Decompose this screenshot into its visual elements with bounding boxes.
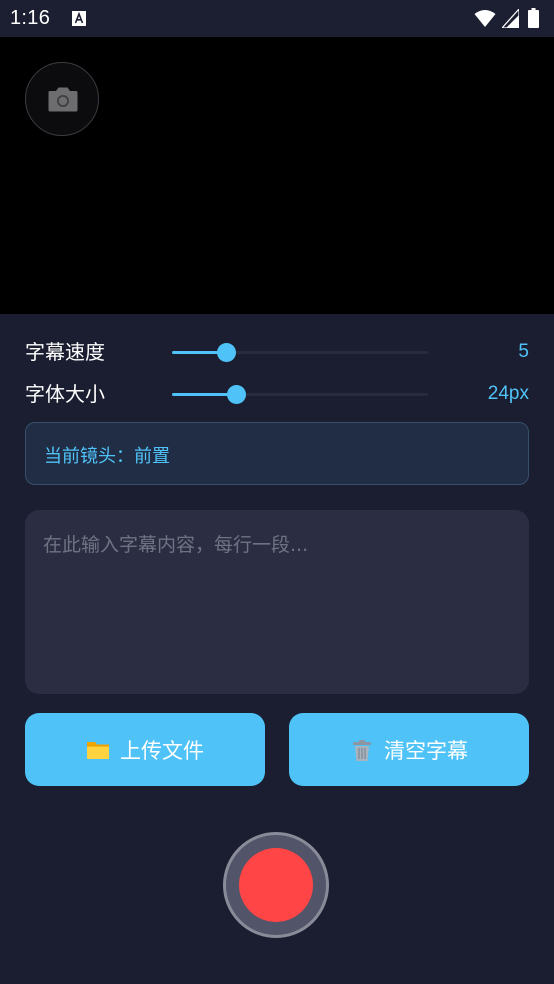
record-button[interactable] <box>223 832 329 938</box>
camera-preview <box>0 37 554 314</box>
speed-slider-thumb[interactable] <box>216 343 236 362</box>
subtitle-input[interactable] <box>25 510 529 694</box>
status-time: 1:16 <box>10 7 51 29</box>
wifi-icon <box>474 10 496 27</box>
font-size-slider-thumb[interactable] <box>226 385 246 404</box>
upload-file-label: 上传文件 <box>120 739 204 763</box>
upload-file-button[interactable]: 上传文件 <box>25 713 265 786</box>
status-bar: 1:16 <box>0 0 554 37</box>
trash-icon <box>353 739 371 761</box>
folder-icon <box>87 741 109 759</box>
font-size-control: 字体大小 24px <box>25 380 529 410</box>
app-screen: 1:16 字幕速度 5 字体大小 24px 当前镜头：前置 在此输入字幕内容，每… <box>0 0 554 984</box>
clear-subtitles-label: 清空字幕 <box>384 739 468 763</box>
font-size-label: 字体大小 <box>25 382 105 406</box>
clear-subtitles-button[interactable]: 清空字幕 <box>289 713 529 786</box>
camera-icon <box>48 87 78 112</box>
font-size-slider[interactable] <box>172 385 428 404</box>
speed-label: 字幕速度 <box>25 340 105 364</box>
accessibility-notification-icon <box>72 11 86 26</box>
record-indicator <box>239 848 313 922</box>
lens-status-text: 当前镜头：前置 <box>44 446 170 467</box>
signal-icon <box>502 9 519 28</box>
switch-camera-button[interactable] <box>25 62 99 136</box>
speed-control: 字幕速度 5 <box>25 338 529 368</box>
font-size-value: 24px <box>487 383 529 404</box>
speed-value: 5 <box>518 341 529 362</box>
lens-indicator: 当前镜头：前置 <box>25 422 529 485</box>
speed-slider[interactable] <box>172 343 428 362</box>
battery-icon <box>528 8 539 28</box>
